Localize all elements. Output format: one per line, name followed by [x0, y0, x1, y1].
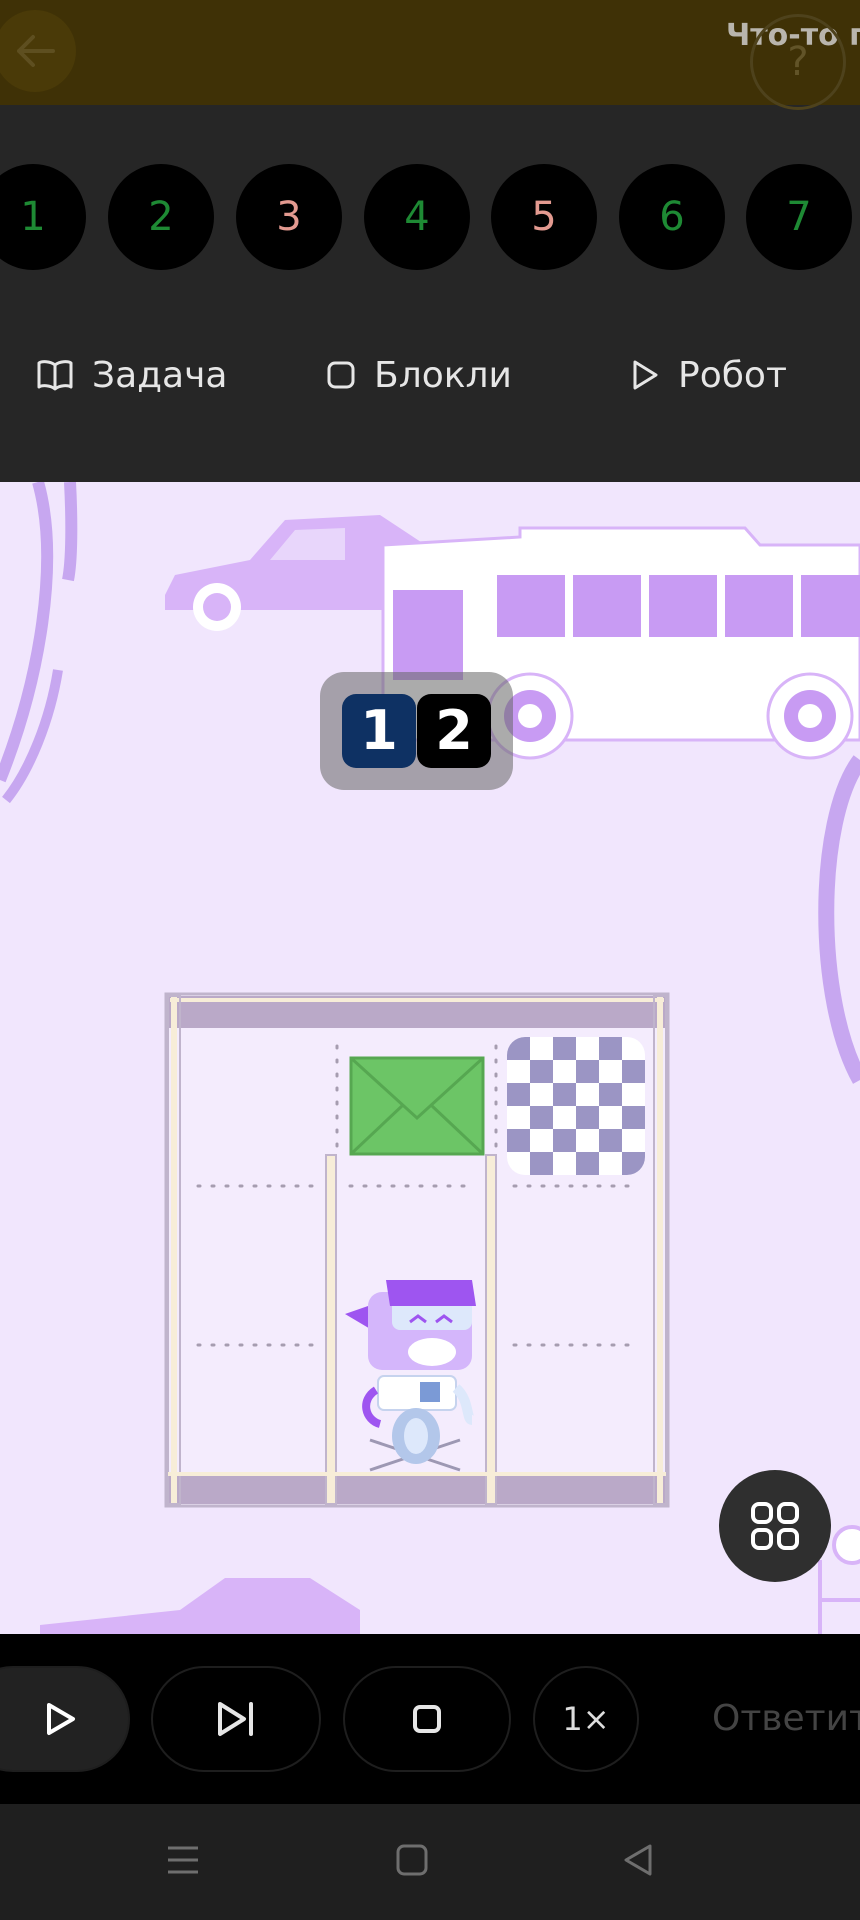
arrow-left-icon	[17, 35, 55, 67]
home-icon[interactable]	[394, 1842, 430, 1878]
menu-icon[interactable]	[165, 1842, 201, 1878]
robot-scene	[0, 482, 860, 1634]
level-button-3[interactable]: 3	[236, 164, 342, 270]
level-button-6[interactable]: 6	[619, 164, 725, 270]
car-bottom-illustration	[40, 1578, 360, 1634]
level-button-2[interactable]: 2	[108, 164, 214, 270]
top-bar-shadow	[0, 105, 860, 140]
run-button[interactable]	[0, 1666, 130, 1772]
tab-task[interactable]: Задача	[36, 350, 227, 400]
level-button-1[interactable]: 1	[0, 164, 86, 270]
level-selector: 1 2 3 4 5 6 7	[0, 140, 860, 290]
help-button[interactable]: ?	[750, 14, 846, 110]
counter-total: 2	[417, 694, 491, 768]
question-icon: ?	[787, 39, 809, 85]
finish-checkerboard	[507, 1037, 645, 1175]
counter-current: 1	[342, 694, 416, 768]
play-icon	[47, 1703, 75, 1735]
play-icon	[633, 360, 658, 390]
book-icon	[37, 360, 73, 391]
stop-button[interactable]	[343, 1666, 511, 1772]
speed-button[interactable]: 1×	[533, 1666, 639, 1772]
level-button-4[interactable]: 4	[364, 164, 470, 270]
command-counter: 1 2	[320, 672, 513, 790]
level-button-5[interactable]: 5	[491, 164, 597, 270]
tab-task-label: Задача	[92, 354, 228, 396]
triangle-back-icon[interactable]	[620, 1842, 656, 1878]
tab-robot-label: Робот	[678, 354, 787, 396]
grid-menu-button[interactable]	[719, 1470, 831, 1582]
system-nav-bar	[0, 1804, 860, 1920]
answer-button[interactable]: Ответит	[712, 1698, 860, 1739]
stop-icon	[413, 1705, 441, 1733]
step-button[interactable]	[151, 1666, 321, 1772]
tab-bar: Задача Блокли Робот	[0, 290, 860, 482]
square-icon	[327, 361, 355, 389]
level-button-7[interactable]: 7	[746, 164, 852, 270]
scene-illustration	[0, 482, 860, 1634]
tab-blockly[interactable]: Блокли	[326, 350, 512, 400]
envelope-icon	[349, 1056, 485, 1156]
run-controls: 1× Ответит	[0, 1634, 860, 1804]
speed-label: 1×	[562, 1700, 610, 1738]
step-forward-icon	[218, 1702, 253, 1736]
grid-icon	[751, 1502, 799, 1550]
tab-blockly-label: Блокли	[374, 354, 512, 396]
tab-robot[interactable]: Робот	[630, 350, 787, 400]
